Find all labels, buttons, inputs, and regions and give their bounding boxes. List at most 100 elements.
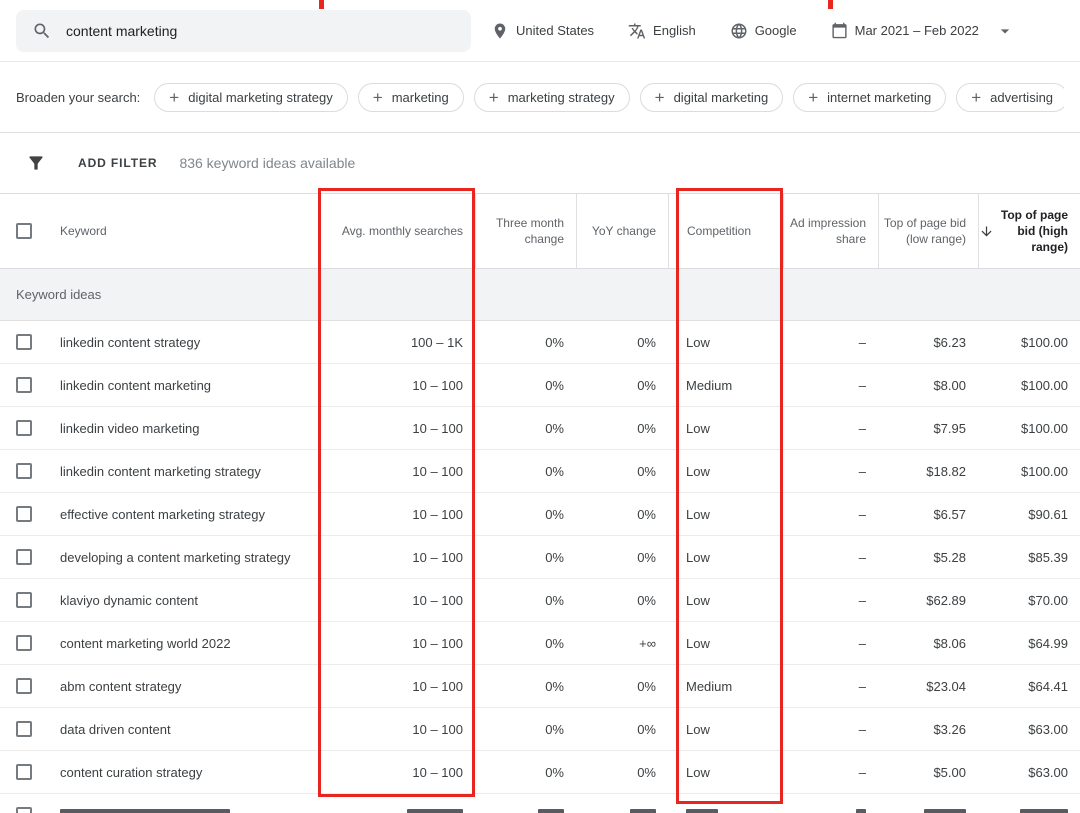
chip-label: digital marketing	[674, 90, 769, 105]
column-header-competition[interactable]: Competition	[668, 194, 783, 268]
row-checkbox[interactable]	[16, 506, 32, 522]
keyword-cell: klaviyo dynamic content	[48, 579, 318, 621]
add-filter-button[interactable]: ADD FILTER	[78, 156, 157, 170]
row-checkbox-cell	[0, 450, 48, 492]
yoy-change-cell: 0%	[576, 450, 668, 492]
broaden-chip-digital-marketing-strategy[interactable]: +digital marketing strategy	[154, 83, 347, 112]
row-checkbox[interactable]	[16, 377, 32, 393]
ad-impression-share-cell: –	[783, 536, 878, 578]
row-checkbox[interactable]	[16, 678, 32, 694]
broaden-chip-advertising[interactable]: +advertising	[956, 83, 1064, 112]
table-row-partial	[0, 794, 1080, 813]
row-checkbox-cell	[0, 665, 48, 707]
column-header-top-bid-low[interactable]: Top of page bid (low range)	[878, 194, 978, 268]
column-header-label: YoY change	[592, 223, 656, 239]
column-header-ad-impression-share[interactable]: Ad impression share	[783, 194, 878, 268]
column-header-keyword[interactable]: Keyword	[48, 194, 318, 268]
column-header-label: Competition	[687, 223, 751, 239]
competition-cell-clipped	[668, 794, 783, 813]
yoy-change-cell: 0%	[576, 407, 668, 449]
three-month-change-cell: 0%	[475, 751, 576, 793]
keyword-ideas-table: KeywordAvg. monthly searchesThree month …	[0, 193, 1080, 813]
plus-icon: +	[808, 89, 818, 106]
broaden-chip-marketing-strategy[interactable]: + marketing strategy	[474, 83, 630, 112]
language-setting[interactable]: English	[628, 22, 696, 40]
column-header-three-month-change[interactable]: Three month change	[475, 194, 576, 268]
filter-funnel-icon[interactable]	[26, 153, 46, 173]
table-row: linkedin content marketing10 – 1000%0%Me…	[0, 364, 1080, 407]
column-header-avg-monthly-searches[interactable]: Avg. monthly searches	[318, 194, 475, 268]
clipped-text	[407, 809, 463, 813]
plus-icon: +	[373, 89, 383, 106]
chip-label: advertising	[990, 90, 1053, 105]
competition-cell: Low	[668, 536, 783, 578]
yoy-change-cell: 0%	[576, 536, 668, 578]
table-body: linkedin content strategy100 – 1K0%0%Low…	[0, 321, 1080, 794]
chip-label: internet marketing	[827, 90, 931, 105]
keyword-cell: linkedin content marketing strategy	[48, 450, 318, 492]
column-header-yoy-change[interactable]: YoY change	[576, 194, 668, 268]
calendar-icon	[831, 22, 848, 39]
keyword-cell: data driven content	[48, 708, 318, 750]
ad-impression-share-cell-clipped	[783, 794, 878, 813]
column-header-top-bid-high[interactable]: Top of page bid (high range)	[978, 194, 1080, 268]
yoy-change-cell: 0%	[576, 665, 668, 707]
keyword-cell: developing a content marketing strategy	[48, 536, 318, 578]
avg-monthly-searches-cell: 10 – 100	[318, 493, 475, 535]
three-month-change-cell: 0%	[475, 708, 576, 750]
date-range-label: Mar 2021 – Feb 2022	[855, 23, 979, 38]
ad-impression-share-cell: –	[783, 493, 878, 535]
topbar: United States English Google Mar 2021 – …	[0, 0, 1080, 62]
row-checkbox[interactable]	[16, 420, 32, 436]
ad-impression-share-cell: –	[783, 622, 878, 664]
row-checkbox[interactable]	[16, 807, 32, 813]
row-checkbox[interactable]	[16, 721, 32, 737]
search-input[interactable]	[66, 23, 455, 39]
avg-monthly-searches-cell: 10 – 100	[318, 579, 475, 621]
avg-monthly-searches-cell: 10 – 100	[318, 364, 475, 406]
competition-cell: Low	[668, 450, 783, 492]
select-all-checkbox[interactable]	[16, 223, 32, 239]
clipped-text	[60, 809, 230, 813]
ad-impression-share-cell: –	[783, 364, 878, 406]
date-range-setting[interactable]: Mar 2021 – Feb 2022	[831, 21, 1015, 41]
table-row: linkedin video marketing10 – 1000%0%Low–…	[0, 407, 1080, 450]
yoy-change-cell: 0%	[576, 493, 668, 535]
competition-cell: Low	[668, 579, 783, 621]
broaden-chip-internet-marketing[interactable]: + internet marketing	[793, 83, 946, 112]
search-box[interactable]	[16, 10, 471, 52]
dropdown-caret-icon[interactable]	[995, 21, 1015, 41]
ad-impression-share-cell: –	[783, 407, 878, 449]
top-bid-low-cell: $5.28	[878, 536, 978, 578]
row-checkbox[interactable]	[16, 635, 32, 651]
row-checkbox[interactable]	[16, 764, 32, 780]
broaden-chip-digital-marketing[interactable]: +digital marketing	[640, 83, 784, 112]
three-month-change-cell: 0%	[475, 364, 576, 406]
table-row: effective content marketing strategy10 –…	[0, 493, 1080, 536]
row-checkbox[interactable]	[16, 334, 32, 350]
row-checkbox-cell	[0, 794, 48, 813]
row-checkbox[interactable]	[16, 463, 32, 479]
ad-impression-share-cell: –	[783, 321, 878, 363]
three-month-change-cell: 0%	[475, 407, 576, 449]
clipped-text	[924, 809, 966, 813]
competition-cell: Low	[668, 622, 783, 664]
table-row: data driven content10 – 1000%0%Low–$3.26…	[0, 708, 1080, 751]
keyword-cell: linkedin content strategy	[48, 321, 318, 363]
plus-icon: +	[489, 89, 499, 106]
avg-monthly-searches-cell: 10 – 100	[318, 665, 475, 707]
ad-impression-share-cell: –	[783, 579, 878, 621]
competition-cell: Medium	[668, 665, 783, 707]
top-bid-low-cell: $3.26	[878, 708, 978, 750]
broaden-chip-marketing[interactable]: + marketing	[358, 83, 464, 112]
row-checkbox-cell	[0, 536, 48, 578]
chip-label: marketing strategy	[508, 90, 615, 105]
row-checkbox[interactable]	[16, 549, 32, 565]
chip-label: marketing	[392, 90, 449, 105]
row-checkbox[interactable]	[16, 592, 32, 608]
section-row-keyword-ideas: Keyword ideas	[0, 269, 1080, 321]
ad-impression-share-cell: –	[783, 450, 878, 492]
top-bid-high-cell: $64.99	[978, 622, 1080, 664]
location-setting[interactable]: United States	[491, 22, 594, 40]
network-setting[interactable]: Google	[730, 22, 797, 40]
